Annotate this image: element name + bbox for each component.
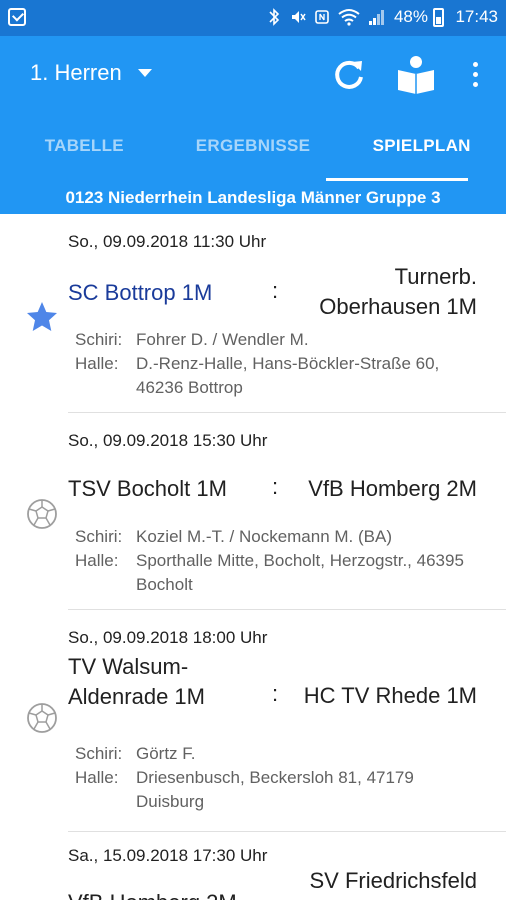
tab-indicator bbox=[326, 178, 468, 181]
battery-icon bbox=[433, 8, 444, 27]
referees: Görtz F. bbox=[136, 744, 196, 763]
team-selector-label: 1. Herren bbox=[30, 60, 122, 85]
wifi-icon bbox=[338, 9, 360, 26]
clock: 17:43 bbox=[455, 7, 498, 26]
match-datetime: So., 09.09.2018 15:30 Uhr bbox=[68, 431, 268, 450]
status-bar: 48% 17:43 bbox=[0, 0, 506, 36]
halle-label: Halle: bbox=[75, 551, 119, 570]
more-vert-icon[interactable] bbox=[464, 60, 486, 90]
tab-tabelle[interactable]: TABELLE bbox=[0, 126, 169, 182]
book-icon[interactable] bbox=[396, 54, 436, 94]
league-header: 0123 Niederrhein Landesliga Männer Grupp… bbox=[0, 182, 506, 214]
match-details: Schiri: Koziel M.-T. / Nockemann M. (BA) … bbox=[75, 525, 466, 597]
signal-icon bbox=[369, 10, 384, 25]
match-item[interactable]: Sa., 15.09.2018 17:30 Uhr VfB Homberg 2M… bbox=[68, 832, 506, 900]
app-bar: 1. Herren TABELLE ERGEBNISSE SPIELPLAN bbox=[0, 36, 506, 182]
nfc-icon bbox=[315, 10, 329, 24]
dropdown-arrow-icon bbox=[137, 69, 152, 77]
match-datetime: So., 09.09.2018 18:00 Uhr bbox=[68, 628, 268, 647]
venue: D.-Renz-Halle, Hans-Böckler-Straße 60, 4… bbox=[136, 354, 440, 397]
schiri-label: Schiri: bbox=[75, 744, 123, 763]
match-list[interactable]: So., 09.09.2018 11:30 Uhr SC Bottrop 1M … bbox=[0, 214, 506, 900]
tab-bar: TABELLE ERGEBNISSE SPIELPLAN bbox=[0, 126, 506, 182]
battery-percent: 48% bbox=[393, 7, 428, 26]
star-icon[interactable] bbox=[26, 301, 58, 333]
schiri-label: Schiri: bbox=[75, 330, 123, 349]
tab-ergebnisse[interactable]: ERGEBNISSE bbox=[169, 126, 338, 182]
status-icons bbox=[266, 8, 386, 26]
away-team: Turnerb. Oberhausen 1M bbox=[319, 264, 477, 319]
match-item[interactable]: So., 09.09.2018 11:30 Uhr SC Bottrop 1M … bbox=[27, 214, 506, 413]
halle-label: Halle: bbox=[75, 768, 119, 787]
schiri-label: Schiri: bbox=[75, 527, 123, 546]
venue: Sporthalle Mitte, Bocholt, Herzogstr., 4… bbox=[136, 551, 464, 594]
team-selector[interactable]: 1. Herren bbox=[30, 60, 152, 86]
handball-icon bbox=[27, 703, 57, 733]
home-team: TV Walsum-Aldenrade 1M bbox=[68, 654, 205, 709]
home-team: SC Bottrop 1M bbox=[68, 280, 213, 305]
match-details: Schiri: Görtz F. Halle: Driesenbusch, Beck… bbox=[75, 742, 466, 814]
home-team: TSV Bocholt 1M bbox=[68, 476, 227, 501]
tab-spielplan[interactable]: SPIELPLAN bbox=[337, 126, 506, 182]
venue: Driesenbusch, Beckersloh 81, 47179 Duisb… bbox=[136, 768, 414, 811]
match-item[interactable]: So., 09.09.2018 15:30 Uhr TSV Bocholt 1M… bbox=[27, 413, 506, 610]
score-separator: : bbox=[272, 278, 279, 303]
mute-icon bbox=[292, 11, 306, 23]
away-team: VfB Homberg 2M bbox=[308, 476, 477, 501]
away-team: HC TV Rhede 1M bbox=[303, 683, 477, 708]
handball-icon bbox=[27, 499, 57, 529]
refresh-icon[interactable] bbox=[330, 56, 368, 94]
referees: Fohrer D. / Wendler M. bbox=[136, 330, 309, 349]
match-details: Schiri: Fohrer D. / Wendler M. Halle: D.-R… bbox=[75, 328, 466, 400]
bluetooth-icon bbox=[269, 8, 280, 26]
match-item[interactable]: So., 09.09.2018 18:00 Uhr TV Walsum-Alde… bbox=[27, 610, 506, 832]
match-datetime: So., 09.09.2018 11:30 Uhr bbox=[68, 232, 267, 251]
app-notification-icon bbox=[8, 8, 26, 26]
referees: Koziel M.-T. / Nockemann M. (BA) bbox=[136, 527, 393, 546]
halle-label: Halle: bbox=[75, 354, 119, 373]
away-team: SV Friedrichsfeld bbox=[309, 868, 477, 893]
match-datetime: Sa., 15.09.2018 17:30 Uhr bbox=[68, 846, 268, 865]
home-team: VfB Homberg 2M bbox=[68, 888, 258, 900]
